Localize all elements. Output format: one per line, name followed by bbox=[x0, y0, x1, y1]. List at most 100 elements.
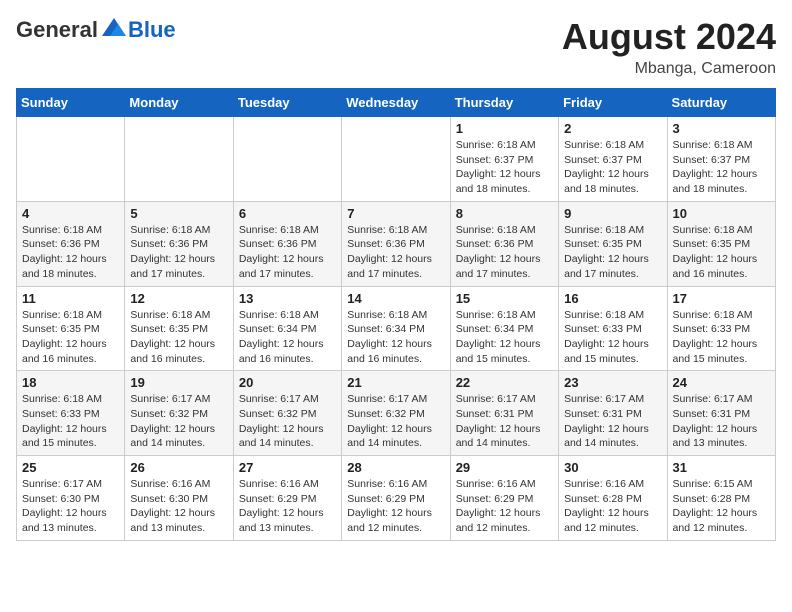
day-number: 14 bbox=[347, 291, 444, 306]
day-info: Sunrise: 6:18 AMSunset: 6:34 PMDaylight:… bbox=[456, 308, 553, 367]
month-year: August 2024 bbox=[562, 16, 776, 58]
day-number: 19 bbox=[130, 375, 227, 390]
calendar-cell: 23 Sunrise: 6:17 AMSunset: 6:31 PMDayligh… bbox=[559, 371, 667, 456]
calendar-cell: 30Sunrise: 6:16 AMSunset: 6:28 PMDayligh… bbox=[559, 456, 667, 541]
calendar-cell bbox=[342, 117, 450, 202]
calendar-cell: 6 Sunrise: 6:18 AMSunset: 6:36 PMDaylight… bbox=[233, 201, 341, 286]
day-number: 2 bbox=[564, 121, 661, 136]
day-number: 3 bbox=[673, 121, 770, 136]
day-number: 31 bbox=[673, 460, 770, 475]
day-info: Sunrise: 6:17 AMSunset: 6:31 PMDaylight:… bbox=[673, 392, 770, 451]
day-info: Sunrise: 6:18 AMSunset: 6:35 PMDaylight:… bbox=[22, 308, 119, 367]
calendar-cell: 2 Sunrise: 6:18 AMSunset: 6:37 PMDaylight… bbox=[559, 117, 667, 202]
calendar-cell: 3 Sunrise: 6:18 AMSunset: 6:37 PMDaylight… bbox=[667, 117, 775, 202]
calendar-cell: 25 Sunrise: 6:17 AMSunset: 6:30 PMDayligh… bbox=[17, 456, 125, 541]
calendar-cell: 22 Sunrise: 6:17 AMSunset: 6:31 PMDayligh… bbox=[450, 371, 558, 456]
day-number: 23 bbox=[564, 375, 661, 390]
calendar-cell bbox=[17, 117, 125, 202]
location: Mbanga, Cameroon bbox=[562, 60, 776, 78]
calendar-cell: 15 Sunrise: 6:18 AMSunset: 6:34 PMDayligh… bbox=[450, 286, 558, 371]
calendar-cell: 12Sunrise: 6:18 AMSunset: 6:35 PMDayligh… bbox=[125, 286, 233, 371]
day-number: 7 bbox=[347, 206, 444, 221]
calendar-cell: 8 Sunrise: 6:18 AMSunset: 6:36 PMDaylight… bbox=[450, 201, 558, 286]
day-info: Sunrise: 6:18 AMSunset: 6:34 PMDaylight:… bbox=[347, 308, 444, 367]
day-number: 28 bbox=[347, 460, 444, 475]
day-number: 8 bbox=[456, 206, 553, 221]
day-number: 5 bbox=[130, 206, 227, 221]
weekday-header: Saturday bbox=[667, 89, 775, 117]
calendar-cell bbox=[125, 117, 233, 202]
day-number: 13 bbox=[239, 291, 336, 306]
day-info: Sunrise: 6:17 AMSunset: 6:32 PMDaylight:… bbox=[130, 392, 227, 451]
calendar-cell: 13Sunrise: 6:18 AMSunset: 6:34 PMDayligh… bbox=[233, 286, 341, 371]
day-info: Sunrise: 6:18 AMSunset: 6:36 PMDaylight:… bbox=[456, 223, 553, 282]
calendar-week-row: 11 Sunrise: 6:18 AMSunset: 6:35 PMDayligh… bbox=[17, 286, 776, 371]
day-number: 4 bbox=[22, 206, 119, 221]
calendar-cell: 27 Sunrise: 6:16 AMSunset: 6:29 PMDayligh… bbox=[233, 456, 341, 541]
day-number: 15 bbox=[456, 291, 553, 306]
day-info: Sunrise: 6:18 AMSunset: 6:37 PMDaylight:… bbox=[673, 138, 770, 197]
logo-icon bbox=[100, 16, 128, 44]
day-info: Sunrise: 6:18 AMSunset: 6:36 PMDaylight:… bbox=[22, 223, 119, 282]
calendar-week-row: 1Sunrise: 6:18 AMSunset: 6:37 PMDaylight… bbox=[17, 117, 776, 202]
day-number: 17 bbox=[673, 291, 770, 306]
day-info: Sunrise: 6:16 AMSunset: 6:29 PMDaylight:… bbox=[456, 477, 553, 536]
day-info: Sunrise: 6:18 AMSunset: 6:37 PMDaylight:… bbox=[564, 138, 661, 197]
day-info: Sunrise: 6:16 AMSunset: 6:29 PMDaylight:… bbox=[239, 477, 336, 536]
day-info: Sunrise: 6:18 AMSunset: 6:33 PMDaylight:… bbox=[564, 308, 661, 367]
day-info: Sunrise: 6:16 AMSunset: 6:28 PMDaylight:… bbox=[564, 477, 661, 536]
weekday-header: Sunday bbox=[17, 89, 125, 117]
calendar-cell: 21 Sunrise: 6:17 AMSunset: 6:32 PMDayligh… bbox=[342, 371, 450, 456]
day-info: Sunrise: 6:18 AMSunset: 6:36 PMDaylight:… bbox=[347, 223, 444, 282]
day-info: Sunrise: 6:18 AMSunset: 6:37 PMDaylight:… bbox=[456, 138, 553, 197]
title-block: August 2024 Mbanga, Cameroon bbox=[562, 16, 776, 78]
logo-blue-text: Blue bbox=[128, 17, 176, 43]
day-number: 26 bbox=[130, 460, 227, 475]
day-info: Sunrise: 6:17 AMSunset: 6:31 PMDaylight:… bbox=[564, 392, 661, 451]
day-info: Sunrise: 6:18 AMSunset: 6:35 PMDaylight:… bbox=[673, 223, 770, 282]
day-number: 20 bbox=[239, 375, 336, 390]
day-info: Sunrise: 6:17 AMSunset: 6:32 PMDaylight:… bbox=[347, 392, 444, 451]
calendar-cell: 1Sunrise: 6:18 AMSunset: 6:37 PMDaylight… bbox=[450, 117, 558, 202]
day-number: 16 bbox=[564, 291, 661, 306]
day-number: 10 bbox=[673, 206, 770, 221]
day-number: 9 bbox=[564, 206, 661, 221]
day-number: 25 bbox=[22, 460, 119, 475]
calendar-cell: 11 Sunrise: 6:18 AMSunset: 6:35 PMDayligh… bbox=[17, 286, 125, 371]
calendar-cell: 19 Sunrise: 6:17 AMSunset: 6:32 PMDayligh… bbox=[125, 371, 233, 456]
day-info: Sunrise: 6:16 AMSunset: 6:29 PMDaylight:… bbox=[347, 477, 444, 536]
calendar-week-row: 18Sunrise: 6:18 AMSunset: 6:33 PMDayligh… bbox=[17, 371, 776, 456]
calendar-cell: 14 Sunrise: 6:18 AMSunset: 6:34 PMDayligh… bbox=[342, 286, 450, 371]
day-number: 21 bbox=[347, 375, 444, 390]
calendar-cell: 9Sunrise: 6:18 AMSunset: 6:35 PMDaylight… bbox=[559, 201, 667, 286]
calendar-cell: 17 Sunrise: 6:18 AMSunset: 6:33 PMDayligh… bbox=[667, 286, 775, 371]
calendar-cell: 20 Sunrise: 6:17 AMSunset: 6:32 PMDayligh… bbox=[233, 371, 341, 456]
day-info: Sunrise: 6:17 AMSunset: 6:30 PMDaylight:… bbox=[22, 477, 119, 536]
weekday-header: Wednesday bbox=[342, 89, 450, 117]
day-number: 22 bbox=[456, 375, 553, 390]
calendar-cell: 4 Sunrise: 6:18 AMSunset: 6:36 PMDaylight… bbox=[17, 201, 125, 286]
day-number: 11 bbox=[22, 291, 119, 306]
day-info: Sunrise: 6:17 AMSunset: 6:32 PMDaylight:… bbox=[239, 392, 336, 451]
day-info: Sunrise: 6:18 AMSunset: 6:33 PMDaylight:… bbox=[673, 308, 770, 367]
calendar-cell: 16 Sunrise: 6:18 AMSunset: 6:33 PMDayligh… bbox=[559, 286, 667, 371]
calendar-cell: 31 Sunrise: 6:15 AMSunset: 6:28 PMDayligh… bbox=[667, 456, 775, 541]
day-number: 27 bbox=[239, 460, 336, 475]
day-info: Sunrise: 6:17 AMSunset: 6:31 PMDaylight:… bbox=[456, 392, 553, 451]
logo: General Blue bbox=[16, 16, 176, 44]
calendar-cell: 18Sunrise: 6:18 AMSunset: 6:33 PMDayligh… bbox=[17, 371, 125, 456]
day-info: Sunrise: 6:18 AMSunset: 6:36 PMDaylight:… bbox=[130, 223, 227, 282]
calendar-cell bbox=[233, 117, 341, 202]
day-number: 6 bbox=[239, 206, 336, 221]
day-number: 29 bbox=[456, 460, 553, 475]
day-info: Sunrise: 6:15 AMSunset: 6:28 PMDaylight:… bbox=[673, 477, 770, 536]
calendar-cell: 5 Sunrise: 6:18 AMSunset: 6:36 PMDaylight… bbox=[125, 201, 233, 286]
weekday-header: Friday bbox=[559, 89, 667, 117]
calendar-cell: 24Sunrise: 6:17 AMSunset: 6:31 PMDayligh… bbox=[667, 371, 775, 456]
day-number: 18 bbox=[22, 375, 119, 390]
calendar-cell: 29 Sunrise: 6:16 AMSunset: 6:29 PMDayligh… bbox=[450, 456, 558, 541]
calendar-cell: 28 Sunrise: 6:16 AMSunset: 6:29 PMDayligh… bbox=[342, 456, 450, 541]
calendar-cell: 26Sunrise: 6:16 AMSunset: 6:30 PMDayligh… bbox=[125, 456, 233, 541]
day-info: Sunrise: 6:18 AMSunset: 6:36 PMDaylight:… bbox=[239, 223, 336, 282]
calendar-cell: 7 Sunrise: 6:18 AMSunset: 6:36 PMDaylight… bbox=[342, 201, 450, 286]
